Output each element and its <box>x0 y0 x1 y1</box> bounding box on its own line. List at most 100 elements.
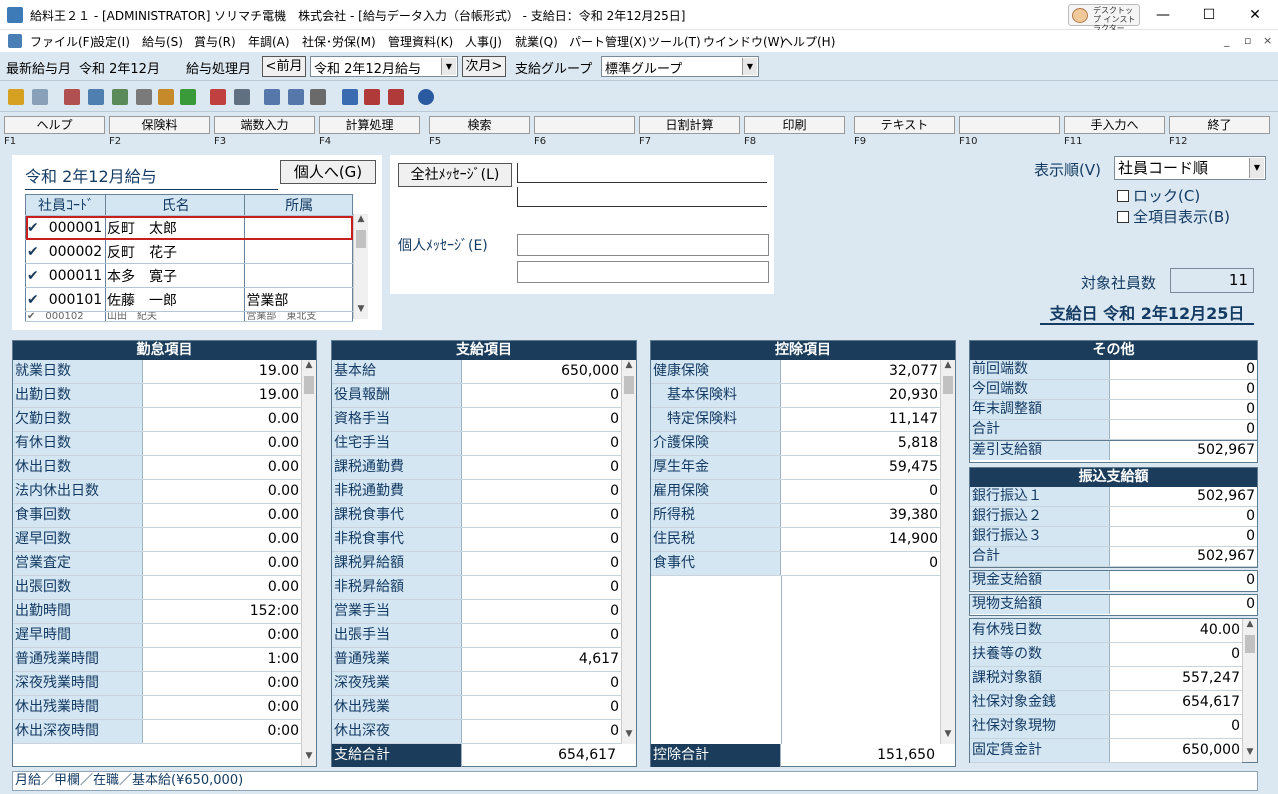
item-row[interactable]: 合計 0 <box>970 420 1257 440</box>
item-value[interactable]: 650,000 <box>1182 739 1240 762</box>
item-row[interactable]: 有休残日数 40.00 <box>970 619 1242 643</box>
mdi-minimize-button[interactable]: _ <box>1224 34 1230 47</box>
item-row[interactable]: 非税昇給額 0 <box>332 576 621 600</box>
item-value[interactable]: 0:00 <box>143 720 299 743</box>
item-value[interactable]: 40.00 <box>1200 619 1240 642</box>
item-row[interactable]: 深夜残業時間 0:00 <box>13 672 301 696</box>
item-row[interactable]: 法内休出日数 0.00 <box>13 480 301 504</box>
item-value[interactable]: 0.00 <box>143 480 299 503</box>
item-row[interactable]: 休出日数 0.00 <box>13 456 301 480</box>
item-value[interactable]: 0 <box>1246 400 1255 419</box>
table-row[interactable]: ✔ 000101 佐藤 一郎 営業部 <box>25 287 353 312</box>
item-value[interactable]: 0:00 <box>143 672 299 695</box>
item-row[interactable]: 遅早時間 0:00 <box>13 624 301 648</box>
dropdown-arrow-icon[interactable]: ▼ <box>1249 158 1264 178</box>
fkey-button[interactable]: 手入力へ <box>1064 116 1165 134</box>
table-row[interactable]: ✔ 000001 反町 太郎 <box>25 215 353 240</box>
column-header[interactable]: 氏名 <box>105 194 246 216</box>
item-row[interactable]: 銀行振込３ 0 <box>970 527 1257 547</box>
item-value[interactable]: 152:00 <box>143 600 299 623</box>
scroll-down-icon[interactable]: ▼ <box>622 729 636 744</box>
scroll-up-icon[interactable]: ▲ <box>622 360 636 375</box>
fkey-button[interactable]: 計算処理 <box>319 116 420 134</box>
edit-icon[interactable] <box>158 89 174 105</box>
item-value[interactable]: 0 <box>1246 507 1255 526</box>
item-value[interactable]: 0.00 <box>143 456 299 479</box>
fkey-button[interactable] <box>534 116 635 134</box>
item-row[interactable]: 雇用保険 0 <box>651 480 940 504</box>
item-value[interactable]: 0 <box>462 480 619 503</box>
fkey-button[interactable]: 終了 <box>1169 116 1270 134</box>
scroll-down-icon[interactable]: ▼ <box>302 751 316 766</box>
item-row[interactable]: 営業査定 0.00 <box>13 552 301 576</box>
display-order-select[interactable]: 社員コード順 ▼ <box>1114 156 1266 180</box>
item-row[interactable]: 銀行振込１ 502,967 <box>970 487 1257 507</box>
grid-icon[interactable] <box>32 89 48 105</box>
item-row[interactable]: 扶養等の数 0 <box>970 643 1242 667</box>
item-row[interactable]: 所得税 39,380 <box>651 504 940 528</box>
item-value[interactable]: 0 <box>1231 715 1240 738</box>
item-row[interactable]: 普通残業 4,617 <box>332 648 621 672</box>
fkey-button[interactable]: 印刷 <box>744 116 845 134</box>
item-value[interactable]: 0 <box>462 528 619 551</box>
item-value[interactable]: 0.00 <box>143 432 299 455</box>
scroll-thumb[interactable] <box>1245 635 1255 653</box>
fkey-button[interactable]: 保険料 <box>109 116 210 134</box>
to-individual-button[interactable]: 個人へ(G) <box>280 160 376 184</box>
minimize-button[interactable]: — <box>1140 0 1186 30</box>
personal-message-line2[interactable] <box>517 261 769 283</box>
item-value[interactable]: 557,247 <box>1182 667 1240 690</box>
menu-hr[interactable]: 人事(J) <box>465 33 502 50</box>
item-row[interactable]: 固定賃金計 650,000 <box>970 739 1242 763</box>
item-value[interactable]: 39,380 <box>781 504 938 527</box>
item-value[interactable]: 0.00 <box>143 552 299 575</box>
menu-tools[interactable]: ツール(T) <box>648 33 701 50</box>
transfer-icon[interactable] <box>388 89 404 105</box>
table-row[interactable]: ✔ 000011 本多 寛子 <box>25 263 353 288</box>
item-row[interactable]: 前回端数 0 <box>970 360 1257 380</box>
item-row[interactable]: 社保対象現物 0 <box>970 715 1242 739</box>
item-value[interactable]: 14,900 <box>781 528 938 551</box>
item-value[interactable]: 32,077 <box>781 360 938 383</box>
item-value[interactable]: 0.00 <box>143 528 299 551</box>
item-row[interactable]: 銀行振込２ 0 <box>970 507 1257 527</box>
pin-icon[interactable] <box>8 89 24 105</box>
item-value[interactable]: 0 <box>1231 643 1240 666</box>
dropdown-arrow-icon[interactable]: ▼ <box>742 58 757 75</box>
item-row[interactable]: 課税昇給額 0 <box>332 552 621 576</box>
item-row[interactable]: 厚生年金 59,475 <box>651 456 940 480</box>
item-row[interactable]: 合計 502,967 <box>970 547 1257 567</box>
column-header[interactable]: 社員ｺｰﾄﾞ <box>25 194 106 216</box>
desktop-instructor-badge[interactable]: デスクトップ インストラクター <box>1068 4 1140 33</box>
fkey-button[interactable]: 検索 <box>429 116 530 134</box>
item-value[interactable]: 0 <box>462 576 619 599</box>
table-row[interactable]: ✔ 000002 反町 花子 <box>25 239 353 264</box>
employee-scrollbar[interactable]: ▲ ▼ <box>353 214 368 319</box>
scroll-up-icon[interactable]: ▲ <box>1243 619 1257 634</box>
list-icon[interactable] <box>234 89 250 105</box>
item-row[interactable]: 深夜残業 0 <box>332 672 621 696</box>
company-message-line2[interactable] <box>517 187 767 207</box>
item-row[interactable]: 遅早回数 0.00 <box>13 528 301 552</box>
mdi-document-icon[interactable] <box>8 34 22 48</box>
menu-work[interactable]: 就業(Q) <box>515 33 558 50</box>
item-value[interactable]: 0 <box>462 384 619 407</box>
shikyu-scrollbar[interactable]: ▲ ▼ <box>621 360 636 744</box>
item-value[interactable]: 0 <box>462 720 619 743</box>
fkey-button[interactable]: テキスト <box>854 116 955 134</box>
item-value[interactable]: 0 <box>462 624 619 647</box>
item-value[interactable]: 0 <box>1246 360 1255 379</box>
lock-checkbox[interactable]: ロック(C) <box>1117 185 1200 206</box>
item-row[interactable]: 食事回数 0.00 <box>13 504 301 528</box>
item-row[interactable]: 特定保険料 11,147 <box>651 408 940 432</box>
item-row[interactable]: 営業手当 0 <box>332 600 621 624</box>
item-row[interactable]: 基本給 650,000 <box>332 360 621 384</box>
table-row[interactable]: ✔ 000102 山田 紀夫 営業部 東北支 <box>25 311 353 322</box>
scroll-thumb[interactable] <box>304 376 314 394</box>
scroll-up-icon[interactable]: ▲ <box>354 214 368 229</box>
item-value[interactable]: 19.00 <box>143 360 299 383</box>
company-message-line1[interactable] <box>517 163 767 183</box>
item-value[interactable]: 502,967 <box>1197 487 1255 506</box>
item-value[interactable]: 5,818 <box>781 432 938 455</box>
people-icon[interactable] <box>310 89 326 105</box>
